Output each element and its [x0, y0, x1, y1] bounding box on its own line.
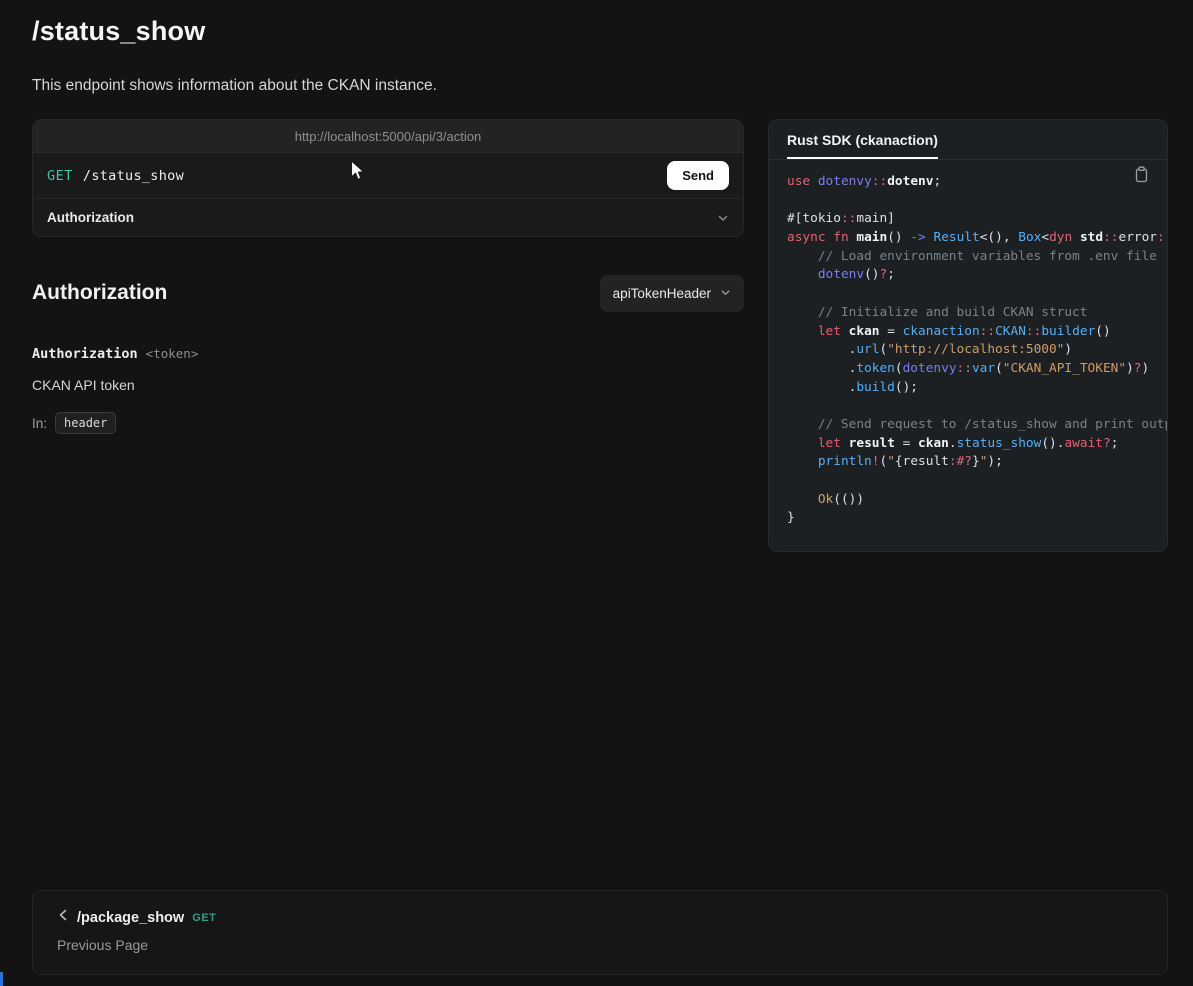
code-line: .token(dotenvy::var("CKAN_API_TOKEN")?)	[787, 360, 1167, 379]
auth-in-value-badge: header	[55, 412, 116, 434]
request-base-url: http://localhost:5000/api/3/action	[295, 129, 481, 144]
auth-param-name-text: Authorization	[32, 346, 138, 362]
code-line: dotenv()?;	[787, 266, 1167, 285]
code-line	[787, 192, 1167, 211]
auth-param-in: In: header	[32, 412, 116, 434]
previous-page-card[interactable]: /package_show GET Previous Page	[32, 890, 1168, 975]
previous-page-label: Previous Page	[57, 937, 1143, 953]
auth-param-name: Authorization <token>	[32, 346, 198, 362]
previous-page-line: /package_show GET	[57, 908, 1143, 927]
code-line: let ckan = ckanaction::CKAN::builder()	[787, 323, 1167, 342]
code-line	[787, 285, 1167, 304]
auth-param-description: CKAN API token	[32, 377, 135, 393]
request-card: http://localhost:5000/api/3/action GET /…	[32, 119, 744, 237]
chevron-down-icon	[720, 286, 731, 301]
page-description: This endpoint shows information about th…	[32, 77, 437, 95]
auth-in-label: In:	[32, 416, 47, 431]
request-auth-label: Authorization	[47, 210, 134, 225]
send-button[interactable]: Send	[667, 161, 729, 190]
code-line: async fn main() -> Result<(), Box<dyn st…	[787, 229, 1167, 248]
request-path: /status_show	[83, 168, 184, 184]
request-auth-toggle[interactable]: Authorization	[33, 199, 743, 236]
code-line	[787, 397, 1167, 416]
code-line: use dotenvy::dotenv;	[787, 173, 1167, 192]
request-base-url-bar[interactable]: http://localhost:5000/api/3/action	[33, 120, 743, 153]
auth-param-type: <token>	[146, 346, 199, 361]
auth-scheme-value: apiTokenHeader	[613, 286, 711, 301]
code-line: println!("{result:#?}");	[787, 453, 1167, 472]
code-line: // Load environment variables from .env …	[787, 248, 1167, 267]
code-line: }	[787, 509, 1167, 528]
chevron-left-icon	[57, 908, 69, 927]
code-line	[787, 472, 1167, 491]
method-badge: GET	[47, 168, 73, 184]
authorization-heading: Authorization	[32, 281, 167, 305]
page: /status_show This endpoint shows informa…	[0, 0, 1193, 986]
clipboard-icon	[1134, 171, 1149, 186]
corner-accent-bar	[0, 972, 3, 986]
previous-endpoint-method: GET	[192, 912, 216, 924]
code-line: .url("http://localhost:5000")	[787, 341, 1167, 360]
chevron-down-icon	[717, 212, 729, 224]
previous-endpoint-label: /package_show	[77, 910, 184, 926]
copy-code-button[interactable]	[1132, 164, 1151, 188]
code-tab-rust-sdk[interactable]: Rust SDK (ckanaction)	[787, 132, 938, 159]
mouse-cursor-icon	[350, 160, 366, 187]
auth-scheme-select[interactable]: apiTokenHeader	[600, 275, 744, 312]
code-line: let result = ckan.status_show().await?;	[787, 435, 1167, 454]
code-line: // Send request to /status_show and prin…	[787, 416, 1167, 435]
code-block[interactable]: use dotenvy::dotenv; #[tokio::main]async…	[769, 160, 1167, 528]
code-line: .build();	[787, 379, 1167, 398]
code-line: // Initialize and build CKAN struct	[787, 304, 1167, 323]
page-title: /status_show	[32, 16, 205, 47]
code-line: #[tokio::main]	[787, 210, 1167, 229]
request-method-row: GET /status_show Send	[33, 153, 743, 199]
code-line: Ok(())	[787, 491, 1167, 510]
code-sample-panel: Rust SDK (ckanaction) use dotenvy::doten…	[768, 119, 1168, 552]
code-panel-header: Rust SDK (ckanaction)	[769, 120, 1167, 160]
